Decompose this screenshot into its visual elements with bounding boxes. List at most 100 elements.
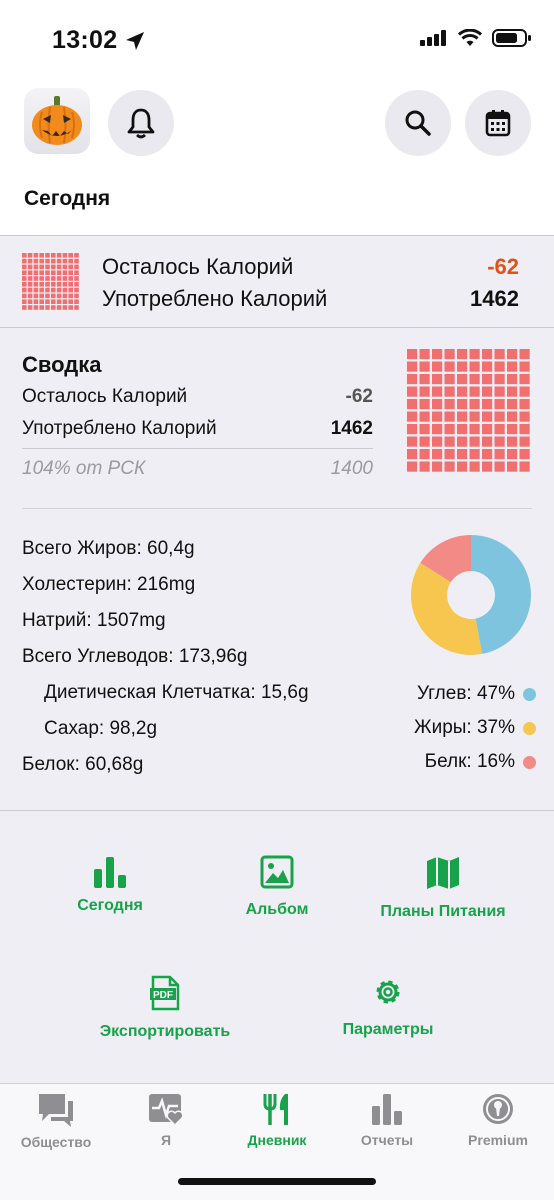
grid-cell bbox=[22, 293, 27, 299]
grid-cell bbox=[469, 399, 480, 410]
grid-cell bbox=[68, 264, 73, 270]
pdf-icon: PDF bbox=[150, 975, 180, 1011]
tab-premium-label: Premium bbox=[468, 1132, 528, 1148]
grid-cell bbox=[33, 258, 39, 264]
grid-cell bbox=[56, 253, 62, 258]
calendar-icon bbox=[485, 110, 511, 137]
meal-plans-tile[interactable]: Планы Питания bbox=[368, 855, 518, 921]
grid-cell bbox=[457, 424, 468, 435]
legend-carbs-dot bbox=[523, 687, 536, 701]
today-tile[interactable]: Сегодня bbox=[60, 855, 160, 915]
grid-cell bbox=[507, 399, 518, 410]
tab-premium[interactable]: Premium bbox=[443, 1092, 553, 1148]
consumed-calories-value: 1462 bbox=[470, 286, 519, 311]
summary-remaining-label: Осталось Калорий bbox=[22, 386, 188, 407]
notifications-button[interactable] bbox=[108, 90, 174, 156]
pumpkin-avatar-icon[interactable] bbox=[24, 88, 90, 154]
grid-cell bbox=[507, 361, 518, 372]
tab-community[interactable]: Общество bbox=[1, 1092, 111, 1150]
grid-cell bbox=[494, 411, 505, 422]
export-tile-label: Экспортировать bbox=[99, 1023, 231, 1040]
grid-cell bbox=[51, 293, 56, 299]
grid-cell bbox=[27, 264, 33, 270]
legend-protein: Белк: 16% bbox=[425, 751, 536, 773]
divider bbox=[0, 810, 554, 811]
settings-tile-label: Параметры bbox=[342, 1021, 434, 1038]
grid-cell bbox=[507, 461, 518, 472]
grid-cell bbox=[22, 305, 27, 310]
grid-cell bbox=[494, 374, 505, 385]
export-tile[interactable]: PDF Экспортировать bbox=[90, 975, 240, 1041]
grid-cell bbox=[74, 305, 79, 310]
nutrient-total-carbs: Всего Углеводов: 173,96g bbox=[22, 646, 248, 667]
grid-cell bbox=[22, 287, 27, 293]
grid-cell bbox=[444, 411, 455, 422]
grid-cell bbox=[469, 361, 480, 372]
grid-cell bbox=[482, 349, 493, 360]
grid-cell bbox=[27, 276, 33, 281]
grid-cell bbox=[407, 424, 418, 435]
grid-cell bbox=[444, 349, 455, 360]
grid-cell bbox=[482, 386, 493, 397]
grid-cell bbox=[51, 270, 56, 275]
grid-cell bbox=[62, 253, 68, 258]
status-time: 13:02 bbox=[52, 26, 118, 54]
grid-cell bbox=[469, 461, 480, 472]
album-tile[interactable]: Альбом bbox=[227, 855, 327, 919]
grid-cell bbox=[27, 299, 33, 304]
grid-cell bbox=[482, 411, 493, 422]
summary-divider bbox=[22, 448, 373, 449]
grid-cell bbox=[469, 349, 480, 360]
rsk-percent-label: 104% от РСК bbox=[22, 458, 146, 479]
grid-cell bbox=[432, 424, 443, 435]
grid-cell bbox=[33, 276, 39, 281]
nutrient-sodium: Натрий: 1507mg bbox=[22, 610, 166, 631]
grid-cell bbox=[27, 293, 33, 299]
settings-tile[interactable]: Параметры bbox=[313, 975, 463, 1039]
wifi-icon bbox=[458, 29, 482, 46]
grid-cell bbox=[27, 270, 33, 275]
tab-reports[interactable]: Отчеты bbox=[332, 1092, 442, 1148]
grid-cell bbox=[494, 436, 505, 447]
grid-cell bbox=[74, 270, 79, 275]
grid-cell bbox=[407, 361, 418, 372]
tab-diary-label: Дневник bbox=[247, 1132, 307, 1148]
search-button[interactable] bbox=[385, 90, 451, 156]
grid-cell bbox=[457, 449, 468, 460]
grid-cell bbox=[22, 270, 27, 275]
grid-cell bbox=[45, 264, 50, 270]
donut-slice-Углев bbox=[471, 535, 531, 654]
grid-cell bbox=[469, 386, 480, 397]
grid-cell bbox=[51, 258, 56, 264]
tab-me[interactable]: Я bbox=[111, 1092, 221, 1148]
grid-cell bbox=[74, 299, 79, 304]
meal-plans-tile-label: Планы Питания bbox=[380, 903, 506, 920]
summary-remaining-value: -62 bbox=[345, 386, 373, 407]
bell-icon bbox=[127, 108, 155, 139]
home-indicator bbox=[178, 1178, 376, 1185]
grid-cell bbox=[457, 361, 468, 372]
grid-cell bbox=[419, 374, 430, 385]
grid-cell bbox=[419, 349, 430, 360]
grid-cell bbox=[62, 293, 68, 299]
grid-cell bbox=[432, 349, 443, 360]
grid-cell bbox=[432, 411, 443, 422]
legend-fat-label: Жиры: 37% bbox=[414, 717, 515, 738]
grid-cell bbox=[56, 287, 62, 293]
grid-cell bbox=[482, 436, 493, 447]
grid-cell bbox=[51, 305, 56, 310]
grid-cell bbox=[27, 287, 33, 293]
tab-diary[interactable]: Дневник bbox=[222, 1092, 332, 1148]
grid-cell bbox=[51, 282, 56, 287]
grid-cell bbox=[68, 276, 73, 281]
today-tile-label: Сегодня bbox=[77, 897, 143, 914]
grid-cell bbox=[74, 276, 79, 281]
grid-cell bbox=[519, 424, 530, 435]
calories-strip[interactable] bbox=[0, 236, 554, 327]
grid-cell bbox=[74, 258, 79, 264]
grid-cell bbox=[56, 276, 62, 281]
grid-cell bbox=[45, 276, 50, 281]
grid-cell bbox=[494, 361, 505, 372]
grid-cell bbox=[519, 361, 530, 372]
calendar-button[interactable] bbox=[465, 90, 531, 156]
